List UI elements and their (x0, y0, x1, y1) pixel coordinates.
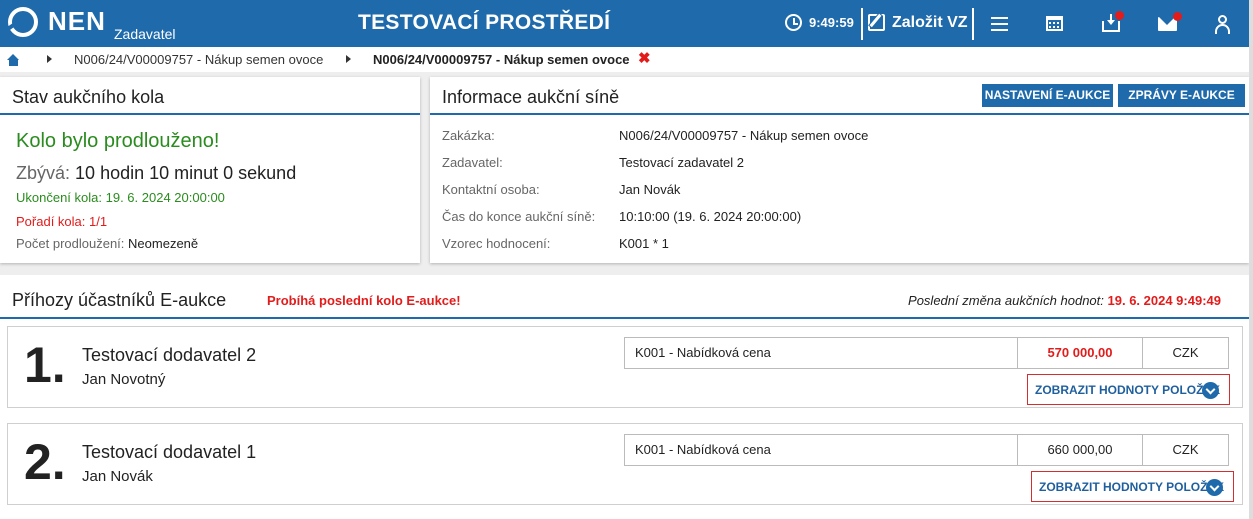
breadcrumb: N006/24/V00009757 - Nákup semen ovoce N0… (0, 47, 1253, 72)
clock-icon (785, 14, 802, 31)
chevron-right-icon (346, 55, 351, 63)
bid-values-table: K001 - Nabídková cena 570 000,00 CZK (624, 337, 1229, 369)
bid-rank: 2. (24, 434, 66, 490)
info-label: Zadavatel: (442, 155, 503, 170)
top-bar: NEN Zadavatel TESTOVACÍ PROSTŘEDÍ 9:49:5… (0, 0, 1253, 47)
bids-title: Příhozy účastníků E-aukce (12, 290, 227, 310)
logo-subtitle: Zadavatel (114, 26, 176, 42)
info-value: Testovací zadavatel 2 (619, 155, 745, 170)
round-end-value: 19. 6. 2024 20:00:00 (105, 190, 225, 205)
last-change-value: 19. 6. 2024 9:49:49 (1107, 293, 1221, 308)
panel-title: Stav aukčního kola (12, 87, 165, 107)
round-order: Pořadí kola: 1/1 (16, 214, 107, 229)
auction-info-panel: Informace aukční síně NASTAVENÍ E-AUKCE … (430, 77, 1249, 263)
round-end: Ukončení kola: 19. 6. 2024 20:00:00 (16, 190, 225, 205)
environment-title: TESTOVACÍ PROSTŘEDÍ (358, 11, 611, 34)
clock-time: 9:49:59 (809, 15, 854, 30)
currency-cell: CZK (1172, 442, 1199, 457)
calendar-icon[interactable] (1043, 12, 1067, 36)
supplier-name: Testovací dodavatel 1 (82, 442, 257, 462)
supplier-contact: Jan Novotný (82, 371, 166, 388)
panel-header: Stav aukčního kola (0, 77, 420, 115)
info-value: Jan Novák (619, 182, 681, 197)
currency-cell: CZK (1172, 345, 1199, 360)
page-scrollbar[interactable] (1249, 0, 1253, 519)
close-icon[interactable]: ✖ (638, 49, 651, 67)
chevron-down-icon (1202, 382, 1219, 399)
logo-mark-icon (8, 7, 38, 37)
supplier-contact: Jan Novák (82, 468, 153, 485)
bid-card: 1. Testovací dodavatel 2 Jan Novotný K00… (7, 326, 1243, 408)
auction-settings-button[interactable]: NASTAVENÍ E-AUKCE (982, 84, 1113, 107)
info-label: Zakázka: (442, 128, 495, 143)
time-remaining: Zbývá: 10 hodin 10 minut 0 sekund (16, 163, 296, 184)
show-item-values-button[interactable]: ZOBRAZIT HODNOTY POLOŽEK (1027, 374, 1230, 405)
logo-text: NEN (48, 6, 106, 36)
show-item-values-label: ZOBRAZIT HODNOTY POLOŽEK (1039, 480, 1225, 494)
bids-round-status: Probíhá poslední kolo E-aukce! (267, 293, 461, 308)
info-label: Vzorec hodnocení: (442, 236, 551, 251)
user-icon[interactable] (1211, 12, 1235, 36)
auction-messages-button[interactable]: ZPRÁVY E-AUKCE (1118, 84, 1245, 107)
panel-title: Informace aukční síně (442, 87, 620, 107)
info-label: Kontaktní osoba: (442, 182, 540, 197)
info-value: 10:10:00 (19. 6. 2024 20:00:00) (619, 209, 802, 224)
breadcrumb-link[interactable]: N006/24/V00009757 - Nákup semen ovoce (74, 52, 323, 67)
amount-cell: 570 000,00 (1018, 338, 1143, 368)
info-value: K001 * 1 (619, 236, 669, 251)
info-label: Čas do konce aukční síně: (442, 209, 596, 224)
inbox-icon[interactable] (1100, 11, 1124, 36)
chevron-down-icon (1206, 479, 1223, 496)
last-change-label: Poslední změna aukčních hodnot: (908, 293, 1104, 308)
edit-icon (868, 14, 885, 31)
home-icon[interactable] (7, 54, 20, 66)
notification-badge (1173, 12, 1182, 21)
notification-badge (1115, 11, 1124, 20)
remaining-value: 10 hodin 10 minut 0 sekund (75, 163, 297, 183)
breadcrumb-current: N006/24/V00009757 - Nákup semen ovoce (373, 52, 630, 67)
show-item-values-label: ZOBRAZIT HODNOTY POLOŽEK (1035, 383, 1221, 397)
chevron-right-icon (47, 55, 52, 63)
bids-section: Příhozy účastníků E-aukce Probíhá posled… (0, 275, 1253, 519)
extension-count: Počet prodloužení: Neomezeně (16, 236, 198, 251)
round-status-panel: Stav aukčního kola Kolo bylo prodlouženo… (0, 77, 420, 263)
bids-header: Příhozy účastníků E-aukce Probíhá posled… (0, 275, 1249, 319)
criterion-cell: K001 - Nabídková cena (625, 338, 1018, 368)
bid-rank: 1. (24, 337, 66, 393)
amount-cell: 660 000,00 (1018, 435, 1143, 465)
criterion-cell: K001 - Nabídková cena (625, 435, 1018, 465)
create-tender-label: Založit VZ (892, 14, 968, 31)
round-end-label: Ukončení kola: (16, 190, 102, 205)
panel-header: Informace aukční síně NASTAVENÍ E-AUKCE … (430, 77, 1249, 115)
remaining-label: Zbývá: (16, 163, 71, 183)
info-value: N006/24/V00009757 - Nákup semen ovoce (619, 128, 869, 143)
last-change: Poslední změna aukčních hodnot: 19. 6. 2… (908, 293, 1221, 308)
supplier-name: Testovací dodavatel 2 (82, 345, 257, 365)
mail-icon[interactable] (1156, 12, 1182, 36)
toolbar-divider (972, 8, 974, 40)
bid-card: 2. Testovací dodavatel 1 Jan Novák K001 … (7, 423, 1243, 505)
toolbar-divider (861, 8, 863, 40)
round-order-label: Pořadí kola: (16, 214, 86, 229)
round-order-value: 1/1 (89, 214, 108, 229)
extension-label: Počet prodloužení: (16, 236, 125, 251)
menu-icon[interactable] (988, 12, 1012, 36)
extension-value: Neomezeně (128, 236, 199, 251)
show-item-values-button[interactable]: ZOBRAZIT HODNOTY POLOŽEK (1031, 471, 1234, 502)
round-status: Kolo bylo prodlouženo! (16, 130, 220, 152)
bid-values-table: K001 - Nabídková cena 660 000,00 CZK (624, 434, 1229, 466)
